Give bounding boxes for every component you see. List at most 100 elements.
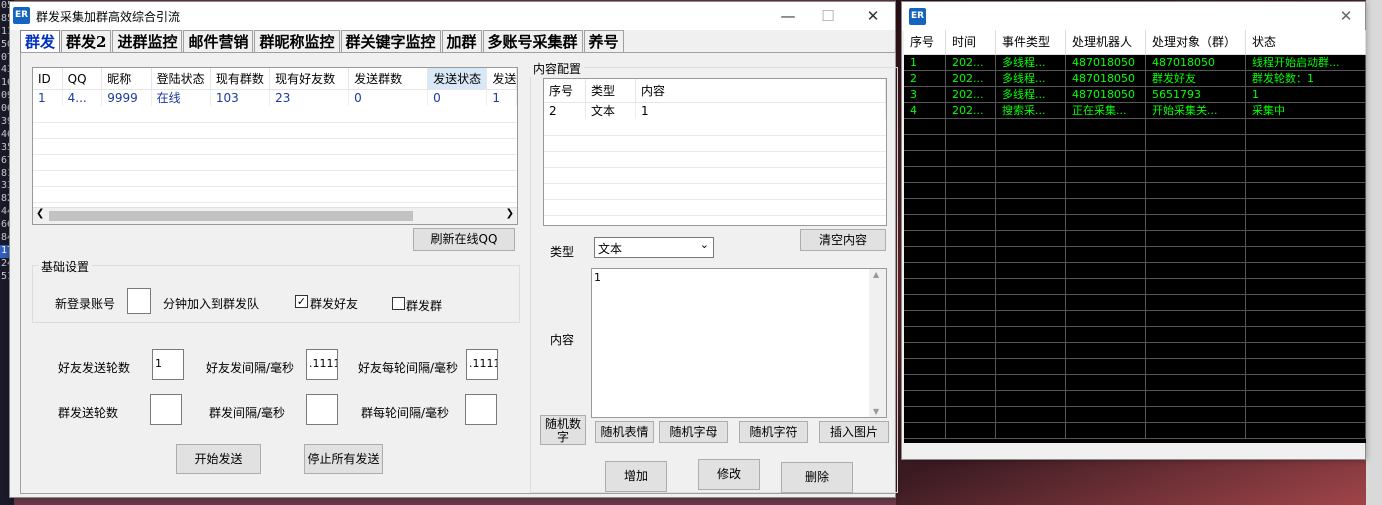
empty-row — [904, 215, 1366, 231]
empty-cell — [996, 391, 1066, 407]
mass-groups-checkbox[interactable] — [392, 297, 405, 310]
scroll-right-icon[interactable]: ❯ — [506, 208, 514, 219]
column-header[interactable]: ID — [33, 68, 63, 89]
type-select[interactable]: 文本 ⌄ — [594, 237, 714, 258]
tab-mass-send-2[interactable]: 群发2 — [61, 30, 112, 53]
empty-cell — [1146, 327, 1246, 343]
new-login-minutes-input[interactable] — [127, 288, 151, 314]
random-digit-button[interactable]: 随机数字 — [540, 415, 586, 445]
table-row[interactable]: 3 202... 多线程... 487018050 5651793 1 — [904, 87, 1366, 103]
cell: 3 — [904, 87, 946, 103]
empty-cell — [904, 407, 946, 423]
scroll-up-icon[interactable]: ▲ — [873, 270, 879, 279]
column-header[interactable]: 现有群数 — [211, 68, 271, 89]
log-rows: 1 202... 多线程... 487018050 487018050 线程开始… — [904, 55, 1366, 439]
window-title: 群发采集加群高效综合引流 — [36, 10, 181, 24]
insert-image-button[interactable]: 插入图片 — [819, 421, 889, 443]
table-row[interactable]: 2 文本 1 — [544, 103, 886, 119]
column-header[interactable]: 序号 — [544, 79, 586, 102]
group-interval-input[interactable] — [306, 394, 338, 425]
start-send-button[interactable]: 开始发送 — [176, 444, 261, 474]
column-header[interactable]: 昵称 — [102, 68, 152, 89]
empty-cell — [1246, 119, 1366, 135]
friend-rounds-label: 好友发送轮数 — [58, 361, 131, 375]
refresh-online-qq-button[interactable]: 刷新在线QQ — [413, 228, 515, 251]
friend-round-interval-input[interactable]: .1111 — [466, 349, 498, 380]
friend-interval-input[interactable]: .1111 — [306, 349, 338, 380]
type-label: 类型 — [550, 245, 575, 259]
column-header[interactable]: 内容 — [636, 79, 886, 102]
column-header[interactable]: QQ — [63, 68, 103, 89]
empty-cell — [1146, 375, 1246, 391]
column-header[interactable]: 现有好友数 — [270, 68, 350, 89]
tab-mass-send[interactable]: 群发 — [20, 30, 61, 53]
content-table[interactable]: 序号 类型 内容 2 文本 1 — [543, 78, 887, 226]
column-header[interactable]: 序号 — [904, 30, 946, 54]
empty-cell — [1146, 167, 1246, 183]
cell: 4 — [904, 103, 946, 119]
empty-cell — [1246, 183, 1366, 199]
empty-cell — [1066, 263, 1146, 279]
scroll-thumb[interactable] — [49, 211, 413, 221]
horizontal-scrollbar[interactable]: ❮ ❯ — [33, 207, 517, 224]
column-header[interactable]: 事件类型 — [996, 30, 1066, 54]
tab-nurture-account[interactable]: 养号 — [583, 30, 624, 53]
cell-nickname: 9999 — [102, 90, 152, 106]
random-letter-button[interactable]: 随机字母 — [659, 421, 728, 443]
close-button[interactable]: ✕ — [1326, 2, 1366, 30]
column-header[interactable]: 状态 — [1246, 30, 1366, 54]
add-button[interactable]: 增加 — [605, 461, 667, 492]
column-header[interactable]: 类型 — [586, 79, 636, 102]
empty-row — [904, 263, 1366, 279]
column-header[interactable]: 处理机器人 — [1066, 30, 1146, 54]
table-row[interactable]: 1 202... 多线程... 487018050 487018050 线程开始… — [904, 55, 1366, 71]
minutes-join-label: 分钟加入到群发队 — [163, 297, 260, 311]
column-header[interactable]: 登陆状态 — [152, 68, 211, 89]
delete-button[interactable]: 删除 — [781, 462, 853, 493]
vertical-scrollbar[interactable]: ▲ ▼ — [869, 269, 886, 417]
mass-friends-checkbox[interactable]: ✓ — [295, 295, 308, 308]
tab-group-nickname-monitor[interactable]: 群昵称监控 — [254, 30, 340, 53]
maximize-button[interactable]: ☐ — [805, 2, 851, 30]
column-header[interactable]: 发送状态 — [428, 68, 488, 89]
type-select-value: 文本 — [598, 242, 623, 256]
tab-multi-account-collect[interactable]: 多账号采集群 — [482, 30, 583, 53]
clear-content-button[interactable]: 清空内容 — [800, 229, 886, 251]
empty-cell — [996, 183, 1066, 199]
empty-cell — [946, 311, 996, 327]
mass-groups-label: 群发群 — [406, 299, 443, 313]
event-log-table[interactable]: 序号 时间 事件类型 处理机器人 处理对象（群） 状态 1 202... 多线程… — [904, 30, 1366, 443]
group-round-interval-input[interactable] — [465, 394, 497, 425]
empty-cell — [904, 183, 946, 199]
column-header[interactable]: 发送群数 — [349, 68, 429, 89]
friend-rounds-input[interactable]: 1 — [152, 349, 184, 380]
tab-email-marketing[interactable]: 邮件营销 — [183, 30, 254, 53]
tab-join-group[interactable]: 加群 — [441, 30, 482, 53]
table-row[interactable]: 2 202... 多线程... 487018050 群发好友 群发轮数：1 — [904, 71, 1366, 87]
table-row[interactable]: 4 202... 搜索采... 正在采集... 开始采集关... 采集中 — [904, 103, 1366, 119]
column-header[interactable]: 时间 — [946, 30, 996, 54]
empty-cell — [904, 119, 946, 135]
scroll-down-icon[interactable]: ▼ — [873, 407, 879, 416]
table-header: 序号 类型 内容 — [544, 79, 886, 103]
close-button[interactable]: ✕ — [850, 2, 896, 30]
tab-group-keyword-monitor[interactable]: 群关键字监控 — [340, 30, 441, 53]
empty-cell — [1146, 343, 1246, 359]
column-header[interactable]: 发送 — [487, 68, 517, 89]
empty-cell — [996, 215, 1066, 231]
stop-all-send-button[interactable]: 停止所有发送 — [304, 444, 383, 474]
random-emoji-button[interactable]: 随机表情 — [595, 421, 654, 443]
random-char-button[interactable]: 随机字符 — [739, 421, 808, 443]
empty-cell — [946, 247, 996, 263]
table-row[interactable]: 1 4... 9999 在线 103 23 0 0 1 — [33, 90, 517, 106]
group-rounds-input[interactable] — [150, 394, 182, 425]
tab-join-group-monitor[interactable]: 进群监控 — [112, 30, 183, 53]
scroll-left-icon[interactable]: ❮ — [36, 208, 44, 219]
empty-cell — [904, 343, 946, 359]
edit-button[interactable]: 修改 — [698, 459, 760, 490]
content-textarea[interactable]: 1 ▲ ▼ — [591, 268, 887, 418]
empty-cell — [1146, 279, 1246, 295]
empty-cell — [904, 327, 946, 343]
accounts-table[interactable]: ID QQ 昵称 登陆状态 现有群数 现有好友数 发送群数 发送状态 发送 1 … — [32, 67, 518, 225]
column-header[interactable]: 处理对象（群） — [1146, 30, 1246, 54]
